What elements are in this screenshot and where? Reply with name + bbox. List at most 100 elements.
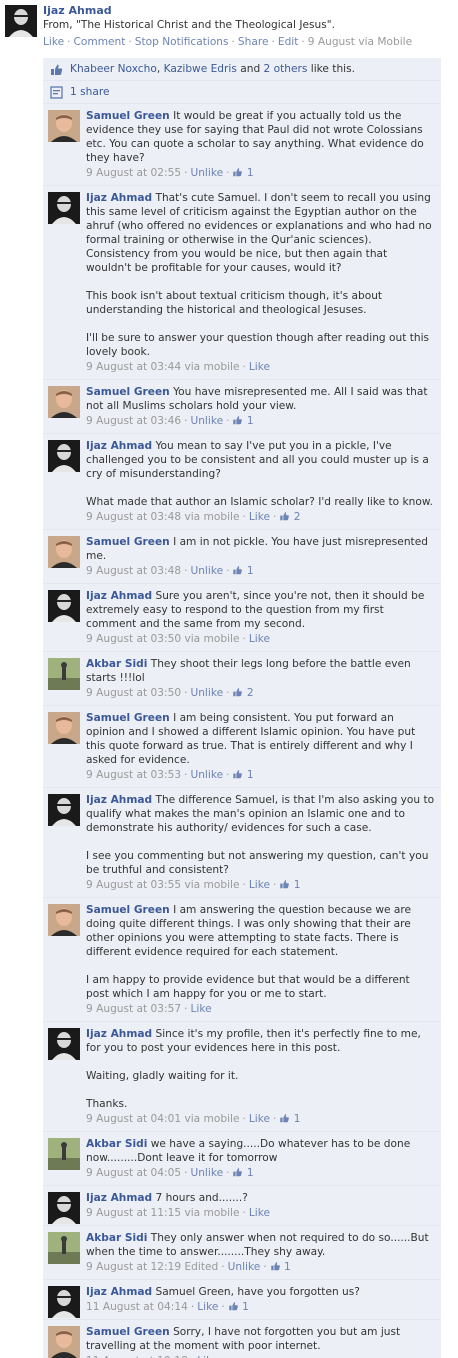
comment-meta: 11 August at 04:14 · Like · 1 [86,1301,249,1313]
comment-time[interactable]: 9 August at 03:55 [86,879,181,891]
comment-like-button[interactable]: Unlike [190,565,223,577]
comment-like-button[interactable]: Unlike [190,415,223,427]
comment-time[interactable]: 9 August at 03:48 [86,511,181,523]
commenter-name[interactable]: Ijaz Ahmad [86,1028,152,1040]
commenter-avatar[interactable] [48,658,80,690]
commenter-name[interactable]: Samuel Green [86,386,170,398]
share-count-link[interactable]: 1 share [70,85,109,99]
comment-like-button[interactable]: Unlike [190,1167,223,1179]
comment-like-button[interactable]: Unlike [190,769,223,781]
comment-time[interactable]: 9 August at 12:19 [86,1261,181,1273]
commenter-avatar[interactable] [48,1326,80,1358]
comment-time[interactable]: 9 August at 03:50 [86,633,181,645]
liker-name[interactable]: Khabeer Noxcho [70,63,157,75]
comment-like-count[interactable]: 1 [232,565,254,577]
comment-time[interactable]: 9 August at 11:15 [86,1207,181,1219]
comment-time[interactable]: 9 August at 03:57 [86,1003,181,1015]
commenter-avatar[interactable] [48,440,80,472]
comment: Akbar Sidi we have a saying.....Do whate… [43,1132,441,1186]
comment-like-button[interactable]: Like [249,361,270,373]
edit-link[interactable]: Edit [278,36,299,48]
commenter-avatar[interactable] [48,1286,80,1318]
likes-row: Khabeer Noxcho, Kazibwe Edris and 2 othe… [43,58,441,81]
share-icon [50,86,63,99]
commenter-avatar[interactable] [48,794,80,826]
avatar-portrait-icon [48,1192,80,1224]
comment-time[interactable]: 9 August at 02:55 [86,167,181,179]
comment-time[interactable]: 9 August at 04:05 [86,1167,181,1179]
commenter-avatar[interactable] [48,386,80,418]
commenter-name[interactable]: Ijaz Ahmad [86,192,152,204]
comment-like-count[interactable]: 1 [228,1301,249,1313]
commenter-avatar[interactable] [48,110,80,142]
comment-like-button[interactable]: Unlike [228,1261,261,1273]
commenter-name[interactable]: Samuel Green [86,712,170,724]
share-link[interactable]: Share [238,36,269,48]
comment-like-button[interactable]: Unlike [190,167,223,179]
commenter-name[interactable]: Samuel Green [86,904,170,916]
comment-like-button[interactable]: Like [249,1113,270,1125]
commenter-avatar[interactable] [48,1192,80,1224]
liker-name[interactable]: Kazibwe Edris [164,63,237,75]
comment-meta: 9 August at 03:50 · Unlike · 2 [86,687,254,699]
comment-time[interactable]: 9 August at 03:48 [86,565,181,577]
comment-like-button[interactable]: Like [249,511,270,523]
comment-like-count[interactable]: 1 [232,1167,254,1179]
comment-time[interactable]: 9 August at 03:44 [86,361,181,373]
commenter-avatar[interactable] [48,904,80,936]
comment-like-count[interactable]: 2 [279,511,300,523]
commenter-name[interactable]: Ijaz Ahmad [86,1286,152,1298]
commenter-name[interactable]: Akbar Sidi [86,1232,147,1244]
thumbs-up-icon [280,1114,290,1123]
commenter-name[interactable]: Akbar Sidi [86,1138,147,1150]
comment-like-count[interactable]: 1 [232,415,254,427]
commenter-avatar[interactable] [48,1138,80,1170]
commenter-name[interactable]: Samuel Green [86,110,170,122]
post-comment-link[interactable]: Comment [74,36,126,48]
comment-source: via mobile [184,633,240,645]
commenter-name[interactable]: Ijaz Ahmad [86,590,152,602]
comment-like-button[interactable]: Like [249,1207,270,1219]
post-author-name[interactable]: Ijaz Ahmad [43,4,453,18]
comment-like-button[interactable]: Unlike [190,687,223,699]
comment-time[interactable]: 9 August at 03:53 [86,769,181,781]
commenter-name[interactable]: Samuel Green [86,536,170,548]
comment: Ijaz Ahmad Samuel Green, have you forgot… [43,1280,441,1320]
commenter-name[interactable]: Ijaz Ahmad [86,440,152,452]
commenter-name[interactable]: Ijaz Ahmad [86,794,152,806]
comment-time[interactable]: 9 August at 03:46 [86,415,181,427]
feedback-box: Khabeer Noxcho, Kazibwe Edris and 2 othe… [43,58,441,1358]
author-avatar[interactable] [5,5,37,37]
comment-time[interactable]: 11 August at 04:14 [86,1301,188,1313]
comment-like-button[interactable]: Like [249,633,270,645]
comment-like-button[interactable]: Like [249,879,270,891]
commenter-name[interactable]: Samuel Green [86,1326,170,1338]
comment-time[interactable]: 9 August at 03:50 [86,687,181,699]
commenter-name[interactable]: Ijaz Ahmad [86,1192,152,1204]
post-like-link[interactable]: Like [43,36,64,48]
comment-like-button[interactable]: Like [197,1301,218,1313]
commenter-avatar[interactable] [48,536,80,568]
commenter-avatar[interactable] [48,192,80,224]
comment: Ijaz Ahmad 7 hours and.......? 9 August … [43,1186,441,1226]
commenter-avatar[interactable] [48,590,80,622]
facebook-post: Ijaz Ahmad From, "The Historical Christ … [0,0,458,1358]
comment-time[interactable]: 9 August at 04:01 [86,1113,181,1125]
comment-like-button[interactable]: Like [190,1003,211,1015]
comment-source: via mobile [184,1207,240,1219]
comment-like-count[interactable]: 1 [232,769,254,781]
commenter-avatar[interactable] [48,1232,80,1264]
comment-like-count[interactable]: 2 [232,687,254,699]
thumbs-up-icon [233,416,243,425]
comment-like-count[interactable]: 1 [270,1261,291,1273]
comment-like-count[interactable]: 1 [232,167,254,179]
stop-notifications-link[interactable]: Stop Notifications [135,36,229,48]
others-link[interactable]: 2 others [264,63,308,75]
comment-like-count[interactable]: 1 [279,1113,300,1125]
commenter-avatar[interactable] [48,712,80,744]
comment-like-count[interactable]: 1 [279,879,300,891]
commenter-name[interactable]: Akbar Sidi [86,658,147,670]
comment: Ijaz Ahmad The difference Samuel, is tha… [43,788,441,898]
comment-meta: 9 August at 03:53 · Unlike · 1 [86,769,254,781]
commenter-avatar[interactable] [48,1028,80,1060]
